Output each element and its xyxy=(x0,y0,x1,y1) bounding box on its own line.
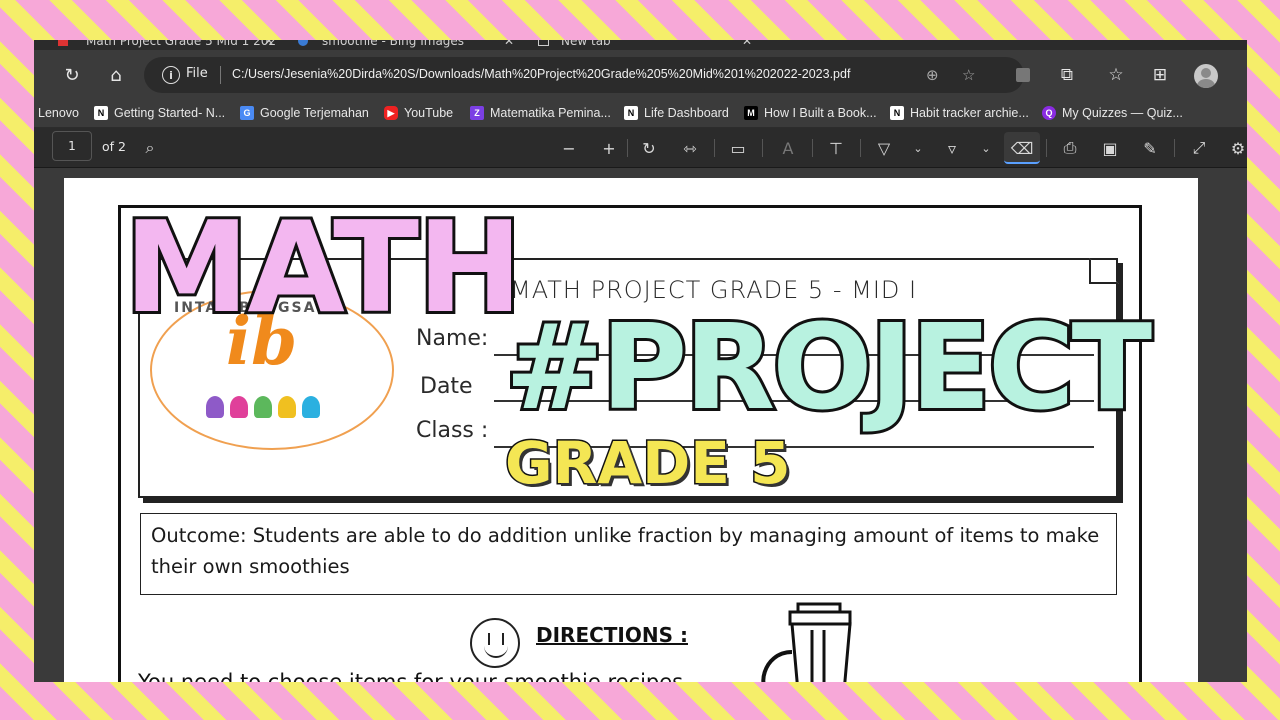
overlay-title-grade: GRADE 5 xyxy=(503,429,791,497)
bookmark-youtube[interactable]: ▶ YouTube xyxy=(384,98,453,128)
fullscreen-icon[interactable]: ⤢ xyxy=(1187,136,1211,160)
medium-icon: M xyxy=(744,106,758,120)
file-label: File xyxy=(186,66,208,81)
notion-icon: N xyxy=(890,106,904,120)
blender-icon xyxy=(761,602,852,682)
toolbar-separator xyxy=(714,139,715,157)
notion-icon: N xyxy=(624,106,638,120)
bookmark-my-quizzes[interactable]: Q My Quizzes — Quiz... xyxy=(1042,98,1183,128)
pdf-toolbar: 1 of 2 ⌕ − + ↻ ⇿ ▭ A ⊤ ▽ ⌄ ▿ ⌄ ⌫ ⎙ ▣ ✎ ⤢… xyxy=(34,128,1247,168)
toolbar-separator xyxy=(1174,139,1175,157)
pdf-file-icon xyxy=(58,40,68,46)
info-icon[interactable]: i xyxy=(162,66,180,84)
outcome-text: Outcome: Students are able to do additio… xyxy=(151,524,1100,578)
notion-icon: N xyxy=(94,106,108,120)
print-icon[interactable]: ⎙ xyxy=(1058,136,1082,160)
tab-label: Math Project Grade 5 Mid 1 202 xyxy=(86,40,277,48)
address-bar-row: ↻ ⌂ i File C:/Users/Jesenia%20Dirda%20S/… xyxy=(34,50,1247,100)
bookmark-label: My Quizzes — Quiz... xyxy=(1062,106,1183,120)
bookmark-label: Getting Started- N... xyxy=(114,106,226,120)
chevron-down-icon[interactable]: ⌄ xyxy=(974,136,998,160)
close-tab-icon[interactable]: ✕ xyxy=(742,40,752,50)
favorite-star-icon[interactable]: ☆ xyxy=(962,66,975,84)
toolbar-separator xyxy=(1046,139,1047,157)
tab-new[interactable]: New tab xyxy=(538,40,611,50)
rotate-icon[interactable]: ↻ xyxy=(637,136,661,160)
overlay-title-math: MATH xyxy=(121,194,526,341)
tab-strip: Math Project Grade 5 Mid 1 202 ✕ smoothi… xyxy=(34,40,1247,50)
quizizz-icon: Q xyxy=(1042,106,1056,120)
bookmark-label: Habit tracker archie... xyxy=(910,106,1029,120)
directions-heading: DIRECTIONS : xyxy=(536,623,688,647)
bookmark-lenovo[interactable]: Lenovo xyxy=(38,98,79,128)
page-view-icon[interactable]: ▭ xyxy=(726,136,750,160)
bookmark-label: YouTube xyxy=(404,106,454,120)
settings-gear-icon[interactable]: ⚙ xyxy=(1226,136,1247,160)
url-box[interactable]: i File C:/Users/Jesenia%20Dirda%20S/Down… xyxy=(144,57,1024,93)
text-box-icon[interactable]: ⊤ xyxy=(824,136,848,160)
highlight-icon[interactable]: ▿ xyxy=(940,136,964,160)
bookmark-label: Lenovo xyxy=(38,106,80,120)
bookmark-matematika[interactable]: Z Matematika Pemina... xyxy=(470,98,611,128)
eraser-icon[interactable]: ⌫ xyxy=(1010,136,1034,160)
close-tab-icon[interactable]: ✕ xyxy=(504,40,514,50)
smiley-icon xyxy=(470,618,520,668)
zoom-out-icon[interactable]: − xyxy=(557,136,581,160)
page-number-input[interactable]: 1 xyxy=(52,131,92,161)
page-count: of 2 xyxy=(102,139,126,154)
class-label: Class : xyxy=(416,418,489,443)
collections-icon[interactable]: ⊞ xyxy=(1148,63,1172,87)
url-separator xyxy=(220,66,221,84)
search-icon[interactable]: ⌕ xyxy=(138,136,162,160)
extension-icon[interactable] xyxy=(1011,63,1035,87)
toolbar-separator xyxy=(627,139,628,157)
tab-bing[interactable]: smoothie - Bing Images xyxy=(298,40,464,50)
directions-body: You need to choose items for your smooth… xyxy=(138,670,684,682)
outcome-box: Outcome: Students are able to do additio… xyxy=(140,513,1117,595)
z-icon: Z xyxy=(470,106,484,120)
profile-avatar[interactable] xyxy=(1194,64,1218,88)
bookmark-how-i-built[interactable]: M How I Built a Book... xyxy=(744,98,877,128)
bookmark-habit-tracker[interactable]: N Habit tracker archie... xyxy=(890,98,1029,128)
url-text[interactable]: C:/Users/Jesenia%20Dirda%20S/Downloads/M… xyxy=(232,67,850,81)
bookmark-life-dashboard[interactable]: N Life Dashboard xyxy=(624,98,729,128)
new-tab-page-icon xyxy=(538,40,549,46)
favorites-icon[interactable]: ☆ xyxy=(1104,63,1128,87)
tab-label: smoothie - Bing Images xyxy=(322,40,465,48)
bookmarks-bar: Lenovo N Getting Started- N... G Google Te… xyxy=(34,98,1247,128)
save-as-icon[interactable]: ✎ xyxy=(1138,136,1162,160)
chevron-down-icon[interactable]: ⌄ xyxy=(906,136,930,160)
toolbar-separator xyxy=(860,139,861,157)
refresh-icon[interactable]: ↻ xyxy=(60,63,84,87)
bookmark-getting-started[interactable]: N Getting Started- N... xyxy=(94,98,225,128)
save-icon[interactable]: ▣ xyxy=(1098,136,1122,160)
extensions-puzzle-icon[interactable]: ⧉ xyxy=(1055,63,1079,87)
bookmark-google-translate[interactable]: G Google Terjemahan xyxy=(240,98,369,128)
bookmark-label: Google Terjemahan xyxy=(260,106,369,120)
tab-label: New tab xyxy=(561,40,611,48)
youtube-icon: ▶ xyxy=(384,106,398,120)
bookmark-label: Matematika Pemina... xyxy=(490,106,611,120)
bookmark-label: How I Built a Book... xyxy=(764,106,877,120)
translate-icon: G xyxy=(240,106,254,120)
draw-icon[interactable]: ▽ xyxy=(872,136,896,160)
zoom-in-icon[interactable]: + xyxy=(597,136,621,160)
logo-people-figures xyxy=(206,396,320,418)
bookmark-label: Life Dashboard xyxy=(644,106,729,120)
read-aloud-icon[interactable]: A xyxy=(776,136,800,160)
zoom-icon[interactable]: ⊕ xyxy=(926,66,939,84)
date-label: Date xyxy=(420,374,473,399)
overlay-title-project: #PROJECT xyxy=(502,298,1155,436)
tab-pdf[interactable]: Math Project Grade 5 Mid 1 202 xyxy=(58,40,276,50)
home-icon[interactable]: ⌂ xyxy=(104,63,128,87)
bing-icon xyxy=(298,40,308,46)
close-tab-icon[interactable]: ✕ xyxy=(264,40,274,50)
toolbar-separator xyxy=(762,139,763,157)
fit-width-icon[interactable]: ⇿ xyxy=(678,136,702,160)
toolbar-separator xyxy=(812,139,813,157)
